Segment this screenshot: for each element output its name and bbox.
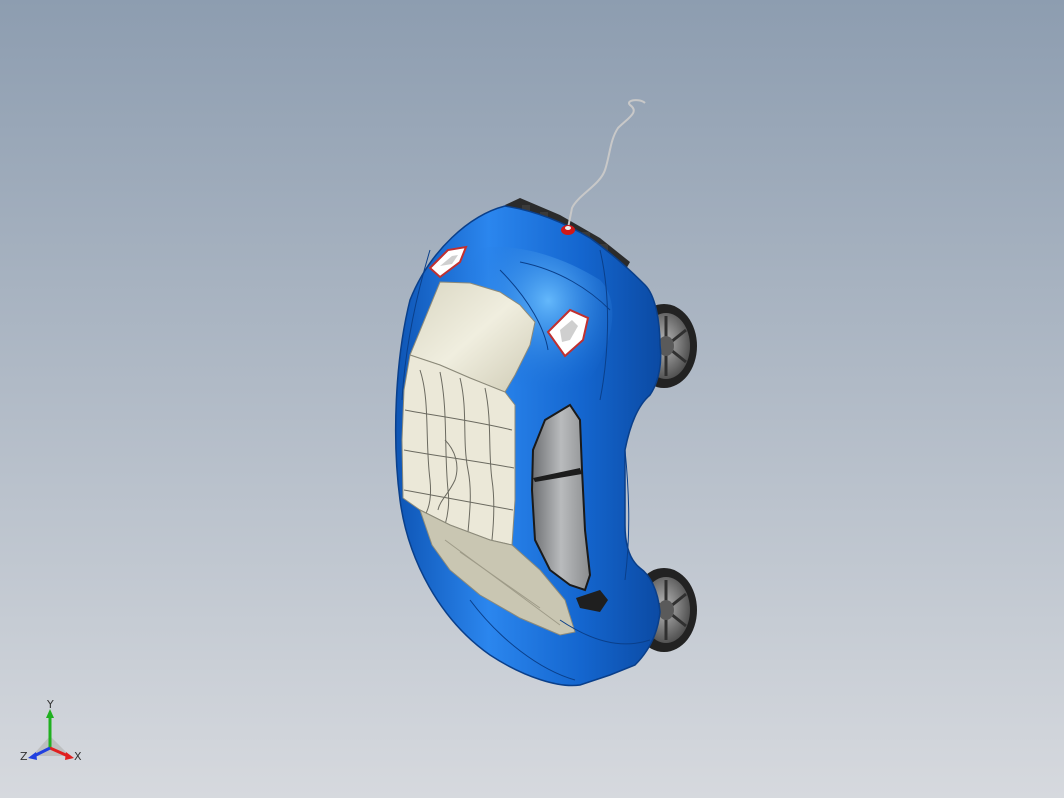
orientation-triad[interactable]: Y X Z: [18, 700, 88, 770]
3d-viewport[interactable]: Y X Z: [0, 0, 1064, 798]
z-axis-label: Z: [20, 750, 28, 763]
x-axis-label: X: [74, 750, 82, 763]
y-axis-label: Y: [46, 700, 54, 711]
antenna: [561, 99, 646, 235]
car-model[interactable]: [0, 0, 1064, 798]
